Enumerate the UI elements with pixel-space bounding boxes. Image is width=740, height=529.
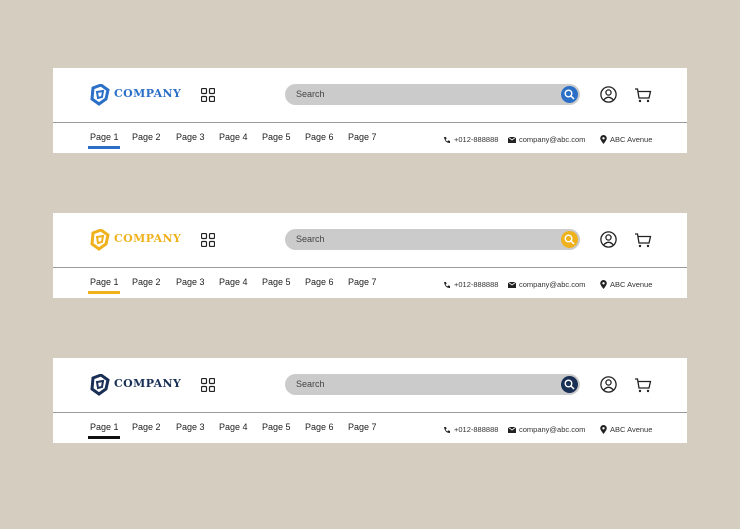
header-variant-navy: COMPANY Search Page 1 Page 2 Page 3 Page… bbox=[53, 358, 687, 443]
search-placeholder: Search bbox=[296, 234, 325, 244]
nav-item-page-6[interactable]: Page 6 bbox=[305, 277, 334, 287]
nav-item-page-1[interactable]: Page 1 bbox=[90, 132, 119, 142]
top-bar: COMPANY Search bbox=[53, 68, 687, 122]
active-indicator bbox=[88, 146, 120, 149]
search-input[interactable]: Search bbox=[285, 374, 580, 395]
contact-address[interactable]: ABC Avenue bbox=[600, 425, 652, 434]
divider bbox=[53, 267, 687, 268]
cart-icon[interactable] bbox=[634, 377, 652, 393]
search-placeholder: Search bbox=[296, 379, 325, 389]
search-button[interactable] bbox=[561, 376, 578, 393]
grid-icon[interactable] bbox=[201, 88, 215, 102]
phone-text: +012-888888 bbox=[454, 280, 499, 289]
nav-item-page-4[interactable]: Page 4 bbox=[219, 422, 248, 432]
nav-item-page-1[interactable]: Page 1 bbox=[90, 422, 119, 432]
email-text: company@abc.com bbox=[519, 280, 586, 289]
top-bar: COMPANY Search bbox=[53, 213, 687, 267]
nav-item-page-2[interactable]: Page 2 bbox=[132, 132, 161, 142]
phone-text: +012-888888 bbox=[454, 425, 499, 434]
search-button[interactable] bbox=[561, 231, 578, 248]
brand-name[interactable]: COMPANY bbox=[114, 377, 181, 390]
contact-email[interactable]: company@abc.com bbox=[508, 280, 585, 289]
search-button[interactable] bbox=[561, 86, 578, 103]
mail-icon bbox=[508, 281, 516, 288]
nav-item-page-4[interactable]: Page 4 bbox=[219, 132, 248, 142]
nav-item-page-3[interactable]: Page 3 bbox=[176, 132, 205, 142]
address-text: ABC Avenue bbox=[610, 425, 653, 434]
grid-icon[interactable] bbox=[201, 233, 215, 247]
nav-item-page-4[interactable]: Page 4 bbox=[219, 277, 248, 287]
nav-item-page-2[interactable]: Page 2 bbox=[132, 277, 161, 287]
contact-phone[interactable]: +012-888888 bbox=[443, 425, 498, 434]
company-logo-icon[interactable] bbox=[89, 84, 111, 106]
top-bar: COMPANY Search bbox=[53, 358, 687, 412]
contact-email[interactable]: company@abc.com bbox=[508, 425, 585, 434]
email-text: company@abc.com bbox=[519, 425, 586, 434]
nav-item-page-3[interactable]: Page 3 bbox=[176, 422, 205, 432]
company-logo-icon[interactable] bbox=[89, 374, 111, 396]
contact-phone[interactable]: +012-888888 bbox=[443, 280, 498, 289]
divider bbox=[53, 122, 687, 123]
contact-email[interactable]: company@abc.com bbox=[508, 135, 585, 144]
cart-icon[interactable] bbox=[634, 232, 652, 248]
location-pin-icon bbox=[600, 280, 607, 289]
nav-item-page-5[interactable]: Page 5 bbox=[262, 422, 291, 432]
search-input[interactable]: Search bbox=[285, 84, 580, 105]
active-indicator bbox=[88, 436, 120, 439]
address-text: ABC Avenue bbox=[610, 280, 653, 289]
mail-icon bbox=[508, 426, 516, 433]
user-icon[interactable] bbox=[600, 376, 617, 393]
search-icon bbox=[564, 379, 575, 390]
nav-item-page-1[interactable]: Page 1 bbox=[90, 277, 119, 287]
nav-item-page-7[interactable]: Page 7 bbox=[348, 132, 377, 142]
user-icon[interactable] bbox=[600, 86, 617, 103]
nav-item-page-6[interactable]: Page 6 bbox=[305, 422, 334, 432]
brand-name[interactable]: COMPANY bbox=[114, 232, 181, 245]
user-icon[interactable] bbox=[600, 231, 617, 248]
location-pin-icon bbox=[600, 135, 607, 144]
nav-item-page-3[interactable]: Page 3 bbox=[176, 277, 205, 287]
search-icon bbox=[564, 234, 575, 245]
search-icon bbox=[564, 89, 575, 100]
active-indicator bbox=[88, 291, 120, 294]
header-variant-blue: COMPANY Search Page 1 Page 2 Page 3 Page… bbox=[53, 68, 687, 153]
phone-text: +012-888888 bbox=[454, 135, 499, 144]
contact-address[interactable]: ABC Avenue bbox=[600, 135, 652, 144]
phone-icon bbox=[444, 426, 450, 433]
brand-name[interactable]: COMPANY bbox=[114, 87, 181, 100]
nav-item-page-5[interactable]: Page 5 bbox=[262, 277, 291, 287]
nav-item-page-5[interactable]: Page 5 bbox=[262, 132, 291, 142]
mail-icon bbox=[508, 136, 516, 143]
address-text: ABC Avenue bbox=[610, 135, 653, 144]
location-pin-icon bbox=[600, 425, 607, 434]
grid-icon[interactable] bbox=[201, 378, 215, 392]
divider bbox=[53, 412, 687, 413]
email-text: company@abc.com bbox=[519, 135, 586, 144]
phone-icon bbox=[444, 136, 450, 143]
contact-address[interactable]: ABC Avenue bbox=[600, 280, 652, 289]
company-logo-icon[interactable] bbox=[89, 229, 111, 251]
phone-icon bbox=[444, 281, 450, 288]
search-input[interactable]: Search bbox=[285, 229, 580, 250]
nav-item-page-7[interactable]: Page 7 bbox=[348, 277, 377, 287]
nav-item-page-6[interactable]: Page 6 bbox=[305, 132, 334, 142]
header-variant-yellow: COMPANY Search Page 1 Page 2 Page 3 Page… bbox=[53, 213, 687, 298]
nav-item-page-7[interactable]: Page 7 bbox=[348, 422, 377, 432]
cart-icon[interactable] bbox=[634, 87, 652, 103]
contact-phone[interactable]: +012-888888 bbox=[443, 135, 498, 144]
nav-item-page-2[interactable]: Page 2 bbox=[132, 422, 161, 432]
search-placeholder: Search bbox=[296, 89, 325, 99]
